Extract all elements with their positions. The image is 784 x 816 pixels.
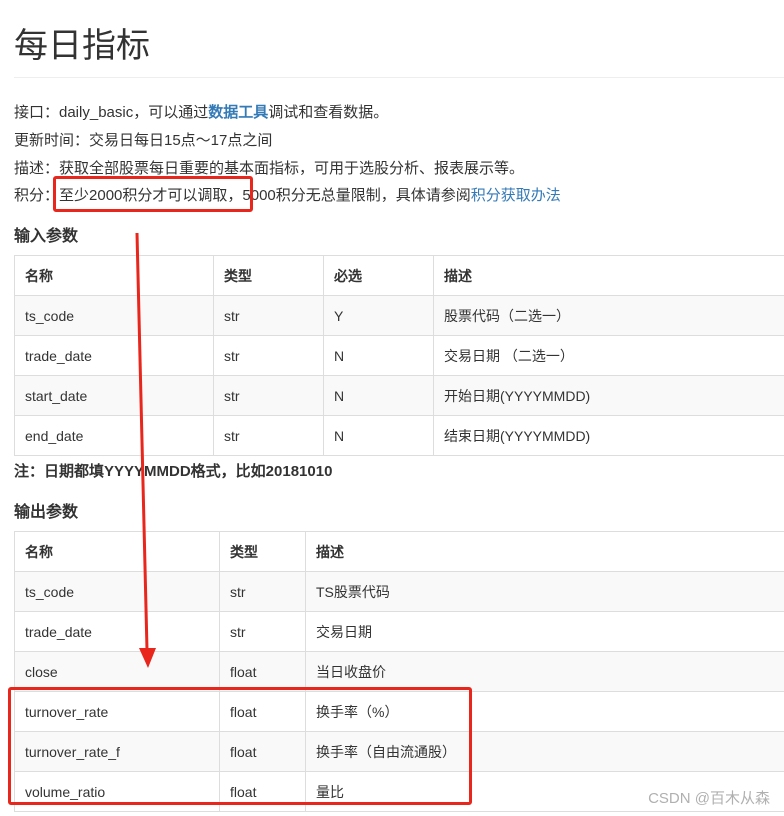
arrow-head <box>139 648 156 668</box>
arrow-shaft <box>135 232 149 651</box>
annotation-arrow <box>135 232 156 668</box>
csdn-watermark: CSDN @百木从森 <box>648 790 770 807</box>
